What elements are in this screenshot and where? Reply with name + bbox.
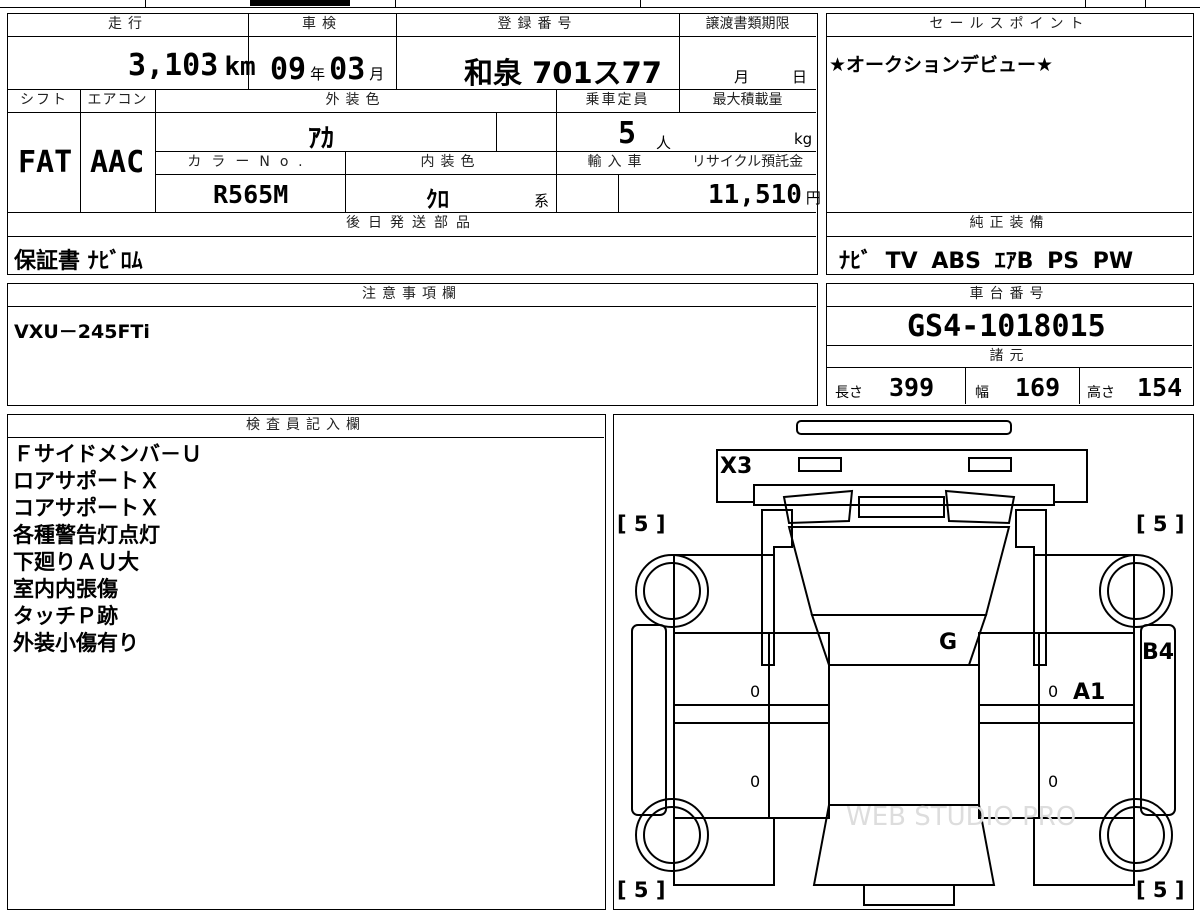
inspection-header: 車検 (302, 16, 342, 32)
color-no-header: カラーNo. (187, 154, 313, 170)
interior-color-value: ｸﾛ (426, 187, 449, 213)
car-diagram-block: WEB STUDIO PRO X3 G B4 A1 [ 5 ] [ 5 ] [ … (613, 414, 1194, 910)
chassis-header: 車台番号 (969, 286, 1050, 302)
import-car-header: 輸入車 (587, 154, 648, 170)
recycle-fee-value: 11,510 円 (708, 180, 821, 210)
exterior-color-header: 外装色 (325, 92, 386, 108)
inspector-line: 各種警告灯点灯 (13, 523, 160, 547)
shift-header: シフト (20, 92, 68, 108)
deadline-day-unit: 日 (792, 68, 808, 86)
notes-value: VXU－245FTi (14, 321, 150, 343)
inspector-line: 下廻りＡＵ大 (13, 550, 139, 574)
shift-value: FAT (18, 145, 73, 180)
capacity-unit: 人 (656, 134, 672, 152)
interior-color-header: 内装色 (420, 154, 481, 170)
capacity-value: 5 (618, 116, 637, 151)
car-diagram: WEB STUDIO PRO X3 G B4 A1 [ 5 ] [ 5 ] [ … (617, 420, 1184, 906)
notes-block: 注意事項欄 VXU－245FTi (7, 283, 818, 406)
top-strip (0, 0, 1200, 8)
recycle-fee-header: リサイクル預託金 (691, 154, 804, 170)
sales-point-header: セールスポイント (929, 16, 1090, 32)
registration-value: 和泉 701ス77 (464, 56, 662, 90)
mileage-unit: km (224, 52, 256, 82)
door-mark-front-left: 0 (750, 682, 760, 701)
interior-color-suffix: 系 (534, 192, 550, 210)
mileage-value: 3,103 km (128, 48, 256, 83)
inspector-header: 検査員記入欄 (246, 417, 366, 433)
aircon-header: エアコン (87, 92, 148, 108)
genuine-equipment-header: 純正装備 (969, 215, 1050, 231)
glass-mark: G (939, 630, 957, 655)
tread-rear-right: [ 5 ] (1136, 878, 1184, 902)
inspection-date: 09 年 03 月 (270, 52, 385, 87)
aircon-value: AAC (90, 145, 145, 180)
inspector-line: 室内内張傷 (13, 577, 118, 601)
height-label: 高さ (1087, 385, 1115, 401)
tread-front-right: [ 5 ] (1136, 512, 1184, 536)
right-door-mark: A1 (1073, 680, 1105, 705)
front-mark: X3 (720, 454, 752, 479)
vehicle-info-block: 走行 車検 登録番号 譲渡書類期限 3,103 km 09 年 03 月 和泉 701ス… (7, 13, 821, 275)
registration-header: 登録番号 (497, 16, 578, 32)
mileage-header: 走行 (108, 16, 148, 32)
inspector-block: 検査員記入欄 Ｆサイドメンバ－Ｕ ロアサポートＸ コアサポートＸ 各種警告灯点灯… (7, 414, 606, 910)
width-value: 169 (1015, 373, 1061, 402)
inspector-line: 外装小傷有り (13, 631, 139, 655)
right-panel-mark: B4 (1142, 640, 1174, 665)
specs-header: 諸元 (989, 348, 1030, 364)
door-mark-front-right: 0 (1048, 682, 1058, 701)
sales-point-value: ★オークションデビュー★ (829, 54, 1054, 76)
genuine-equipment-value: ﾅﾋﾞ TV ABS ｴｱB PS PW (839, 249, 1134, 274)
capacity-header: 乗車定員 (585, 92, 650, 108)
tread-rear-left: [ 5 ] (617, 878, 665, 902)
max-load-header: 最大積載量 (712, 92, 783, 108)
chassis-block: 車台番号 GS4-1018015 諸元 長さ 399 幅 169 高さ 154 (826, 283, 1194, 406)
inspector-line: ロアサポートＸ (13, 469, 160, 493)
height-value: 154 (1137, 373, 1183, 402)
later-shipping-value: 保証書 ﾅﾋﾞﾛﾑ (14, 249, 143, 274)
watermark: WEB STUDIO PRO (846, 802, 1076, 832)
deadline-month-unit: 月 (734, 68, 750, 86)
later-shipping-header: 後日発送部品 (346, 215, 478, 231)
length-label: 長さ (835, 385, 863, 401)
inspector-line: コアサポートＸ (13, 496, 160, 520)
door-mark-rear-left: 0 (750, 772, 760, 791)
door-mark-rear-right: 0 (1048, 772, 1058, 791)
width-label: 幅 (975, 385, 989, 401)
notes-header: 注意事項欄 (362, 286, 462, 302)
recycle-fee-unit: 円 (805, 189, 821, 207)
exterior-color-value: ｱｶ (308, 124, 335, 154)
color-no-value: R565M (213, 180, 289, 209)
tread-front-left: [ 5 ] (617, 512, 665, 536)
max-load-unit: kg (794, 130, 813, 148)
chassis-value: GS4-1018015 (907, 309, 1106, 344)
inspector-line: Ｆサイドメンバ－Ｕ (13, 442, 202, 466)
inspector-notes: Ｆサイドメンバ－Ｕ ロアサポートＸ コアサポートＸ 各種警告灯点灯 下廻りＡＵ大… (13, 441, 593, 657)
inspector-line: タッチＰ跡 (13, 604, 118, 628)
transfer-deadline-header: 譲渡書類期限 (705, 16, 790, 32)
length-value: 399 (889, 373, 935, 402)
sales-point-block: セールスポイント ★オークションデビュー★ 純正装備 ﾅﾋﾞ TV ABS ｴｱ… (826, 13, 1194, 275)
